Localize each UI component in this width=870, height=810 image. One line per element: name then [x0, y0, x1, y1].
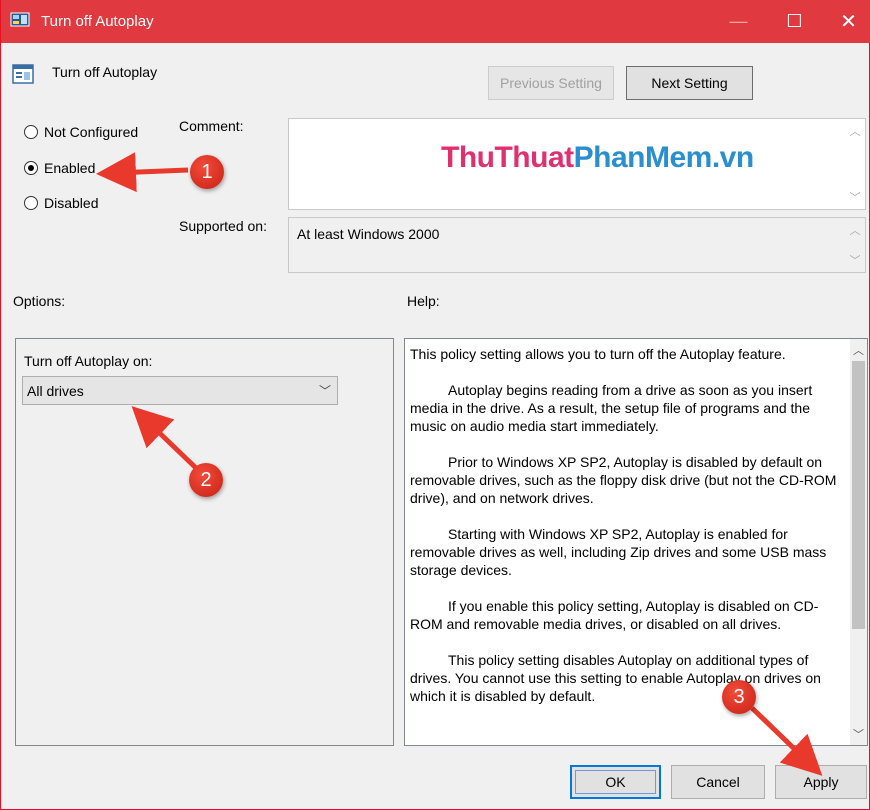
annotation-badge-1: 1 [190, 155, 224, 189]
dropdown-value: All drives [27, 382, 84, 399]
window-title: Turn off Autoplay [41, 13, 154, 30]
radio-circle-checked [24, 161, 38, 175]
ok-button[interactable]: OK [570, 765, 661, 799]
cancel-button[interactable]: Cancel [671, 765, 765, 799]
maximize-button[interactable]: ☐ [767, 0, 822, 43]
annotation-badge-3: 3 [722, 680, 756, 714]
minimize-button[interactable]: — [711, 0, 766, 43]
help-panel[interactable]: This policy setting allows you to turn o… [404, 338, 868, 746]
watermark-part2: PhanMem [573, 141, 713, 174]
help-paragraph: Prior to Windows XP SP2, Autoplay is dis… [410, 454, 837, 506]
radio-circle [24, 196, 38, 210]
scroll-up-icon[interactable]: ︿ [849, 123, 861, 139]
close-button[interactable]: ✕ [821, 0, 870, 43]
policy-setting-icon [12, 64, 34, 84]
supported-on-label: Supported on: [179, 218, 267, 234]
watermark-part3: .vn [711, 141, 754, 174]
options-panel: Turn off Autoplay on: All drives ﹀ [15, 338, 394, 746]
help-text: This policy setting allows you to turn o… [410, 345, 850, 723]
chevron-down-icon: ﹀ [318, 384, 331, 398]
comment-textarea[interactable]: ThuThuatPhanMem.vn ︿ ﹀ [288, 118, 866, 210]
help-paragraph: If you enable this policy setting, Autop… [410, 598, 819, 632]
group-policy-icon [10, 12, 30, 27]
radio-not-configured[interactable]: Not Configured [24, 124, 138, 140]
scroll-up-icon[interactable]: ︿ [850, 342, 867, 358]
help-label: Help: [407, 293, 440, 309]
previous-setting-button[interactable]: Previous Setting [488, 66, 614, 100]
autoplay-on-label: Turn off Autoplay on: [24, 353, 153, 369]
comment-label: Comment: [179, 118, 244, 134]
help-paragraph: Autoplay begins reading from a drive as … [410, 382, 813, 434]
radio-label-enabled: Enabled [44, 160, 96, 176]
help-paragraph: Starting with Windows XP SP2, Autoplay i… [410, 526, 827, 578]
watermark-part1: ThuThuat [441, 141, 574, 174]
supported-on-value: At least Windows 2000 [297, 226, 440, 242]
radio-disabled[interactable]: Disabled [24, 195, 98, 211]
help-scrollbar[interactable]: ︿ ﹀ [850, 339, 867, 745]
scrollbar-thumb[interactable] [852, 361, 865, 629]
apply-button[interactable]: Apply [775, 765, 867, 799]
help-paragraph: This policy setting disables Autoplay on… [410, 652, 821, 704]
scroll-down-icon[interactable]: ﹀ [850, 726, 867, 742]
options-label: Options: [13, 293, 66, 309]
next-setting-button[interactable]: Next Setting [626, 66, 753, 100]
scroll-up-icon[interactable]: ︿ [849, 222, 861, 238]
annotation-badge-2: 2 [189, 463, 223, 497]
radio-circle [24, 125, 38, 139]
drive-type-dropdown[interactable]: All drives ﹀ [22, 376, 338, 405]
radio-enabled[interactable]: Enabled [24, 160, 95, 176]
radio-label-disabled: Disabled [44, 195, 99, 211]
watermark-logo: ThuThuatPhanMem.vn [441, 141, 754, 175]
scroll-down-icon[interactable]: ﹀ [849, 252, 861, 268]
title-bar: Turn off Autoplay — ☐ ✕ [1, 0, 870, 43]
supported-on-field: At least Windows 2000 ︿ ﹀ [288, 217, 866, 273]
help-paragraph: This policy setting allows you to turn o… [410, 346, 786, 362]
policy-title: Turn off Autoplay [52, 64, 158, 80]
scroll-down-icon[interactable]: ﹀ [849, 189, 861, 205]
radio-label-not-configured: Not Configured [44, 124, 139, 140]
